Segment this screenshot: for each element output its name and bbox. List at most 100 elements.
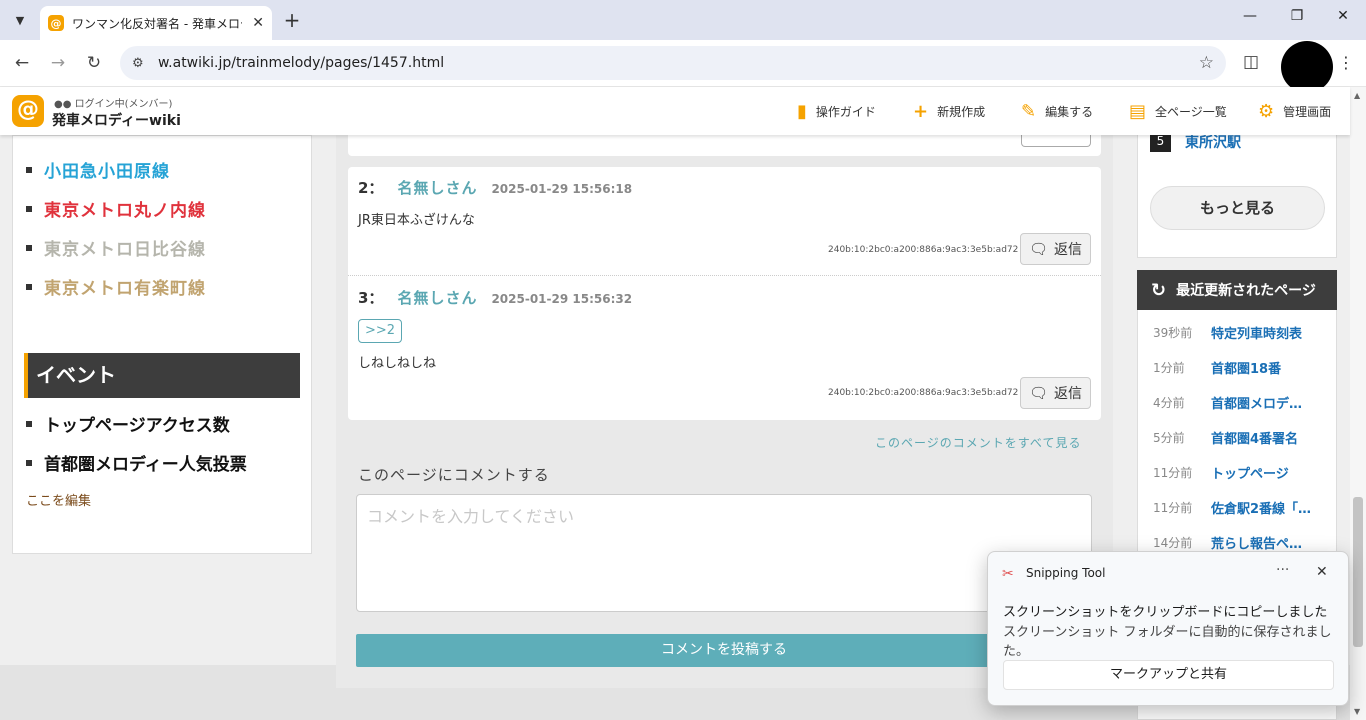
page-link[interactable]: 佐倉駅2番線「… (1211, 498, 1311, 517)
comment-date: 2025-01-29 15:56:32 (491, 292, 633, 306)
edit-here-link[interactable]: ここを編集 (26, 490, 91, 509)
browser-menu-kebab-icon[interactable]: ⋮ (1338, 53, 1354, 72)
updated-ago: 11分前 (1153, 466, 1193, 480)
reply-button-partial[interactable] (1021, 135, 1091, 147)
line-label: 小田急小田原線 (44, 162, 170, 182)
gear-icon: ⚙ (1258, 101, 1275, 122)
line-link-marunouchi[interactable]: 東京メトロ丸ノ内線 (26, 189, 206, 228)
line-list: 小田急小田原線 東京メトロ丸ノ内線 東京メトロ日比谷線 東京メトロ有楽町線 (26, 150, 206, 306)
page-link[interactable]: 特定列車時刻表 (1211, 323, 1302, 342)
browser-toolbar: ← → ↻ ⚙ w.atwiki.jp/trainmelody/pages/14… (0, 40, 1366, 87)
event-heading: イベント (24, 353, 300, 398)
browser-tab[interactable]: @ ワンマン化反対署名 - 発車メロディ ✕ (40, 6, 272, 40)
forward-arrow-icon[interactable]: → (47, 52, 69, 74)
nav-new-page[interactable]: + 新規作成 (913, 101, 985, 122)
comment-author: 名無しさん (397, 179, 478, 197)
page-link[interactable]: 首都圏18番 (1211, 358, 1281, 377)
profile-avatar[interactable] (1281, 41, 1333, 93)
nav-all-pages[interactable]: ▤ 全ページ一覧 (1129, 101, 1227, 122)
updated-ago: 4分前 (1153, 396, 1185, 410)
nav-new-label: 新規作成 (937, 105, 986, 119)
scissors-icon: ✂ (1002, 566, 1014, 582)
list-item: 11分前 佐倉駅2番線「… (1153, 490, 1311, 525)
updated-ago: 11分前 (1153, 501, 1193, 515)
reply-button[interactable]: 🗨 返信 (1020, 377, 1091, 409)
url-text[interactable]: w.atwiki.jp/trainmelody/pages/1457.html (158, 55, 444, 71)
comment-number: 2： (358, 179, 384, 197)
nav-admin[interactable]: ⚙ 管理画面 (1258, 101, 1331, 122)
event-link-access[interactable]: トップページアクセス数 (26, 404, 247, 443)
line-label: 東京メトロ丸ノ内線 (44, 201, 206, 221)
minimize-icon[interactable]: — (1238, 8, 1262, 24)
window-close-icon[interactable]: ✕ (1331, 8, 1355, 24)
bookmark-star-icon[interactable]: ☆ (1199, 53, 1214, 73)
list-item: 39秒前 特定列車時刻表 (1153, 315, 1311, 350)
line-link-yurakucho[interactable]: 東京メトロ有楽町線 (26, 267, 206, 306)
updated-ago: 39秒前 (1153, 326, 1193, 340)
notification-title: スクリーンショットをクリップボードにコピーしました (1003, 605, 1328, 620)
recent-updates-list: 39秒前 特定列車時刻表 1分前 首都圏18番 4分前 首都圏メロデ… 5分前 首都圏4… (1153, 315, 1311, 560)
site-header: @ ●● ログイン中(メンバー) 発車メロディーwiki ▮ 操作ガイド + 新… (0, 87, 1350, 135)
recent-updates-heading: ↻ 最近更新されたページ (1137, 270, 1337, 310)
snipping-tool-notification: ✂ Snipping Tool ··· ✕ スクリーンショットをクリップボードに… (987, 551, 1349, 706)
wiki-name[interactable]: 発車メロディーwiki (52, 110, 181, 130)
nav-guide[interactable]: ▮ 操作ガイド (797, 101, 876, 122)
page-link[interactable]: 荒らし報告ペ… (1211, 533, 1302, 552)
see-all-comments-link[interactable]: このページのコメントをすべて見る (875, 434, 1081, 451)
post-comment-button[interactable]: コメントを投稿する (356, 634, 1092, 667)
comment-list: 2： 名無しさん 2025-01-29 15:56:18 JR東日本ふざけんな … (348, 167, 1101, 420)
nav-all-pages-label: 全ページ一覧 (1155, 105, 1227, 119)
tab-search-chevron-icon[interactable]: ▼ (8, 8, 32, 32)
address-bar[interactable]: ⚙ w.atwiki.jp/trainmelody/pages/1457.htm… (120, 46, 1226, 80)
notification-close-icon[interactable]: ✕ (1316, 564, 1328, 580)
comment-number: 3： (358, 289, 384, 307)
scroll-up-arrow-icon[interactable]: ▲ (1354, 91, 1360, 100)
list-item: 11分前 トップページ (1153, 455, 1311, 490)
show-more-button[interactable]: もっと見る (1150, 186, 1325, 230)
comment-input[interactable] (356, 494, 1092, 612)
page-link[interactable]: 首都圏メロデ… (1211, 393, 1302, 412)
nav-edit-label: 編集する (1045, 105, 1094, 119)
more-options-icon[interactable]: ··· (1276, 562, 1289, 578)
markup-share-button[interactable]: マークアップと共有 (1003, 660, 1334, 690)
page-link[interactable]: トップページ (1211, 463, 1289, 482)
tab-close-icon[interactable]: ✕ (252, 15, 264, 31)
comment-ip: 240b:10:2bc0:a200:886a:9ac3:3e5b:ad72 (828, 388, 1019, 398)
reload-icon[interactable]: ↻ (83, 52, 105, 74)
recent-heading-label: 最近更新されたページ (1176, 283, 1316, 299)
restore-icon[interactable]: ❐ (1285, 8, 1309, 24)
page-link[interactable]: 首都圏4番署名 (1211, 428, 1298, 447)
nav-edit[interactable]: ✎ 編集する (1021, 101, 1093, 122)
back-arrow-icon[interactable]: ← (11, 52, 33, 74)
comment-ip: 240b:10:2bc0:a200:886a:9ac3:3e5b:ad72 (828, 245, 1019, 255)
previous-comment-card (348, 135, 1101, 156)
speech-bubble-icon: 🗨 (1028, 240, 1049, 258)
updated-ago: 1分前 (1153, 361, 1185, 375)
line-link-hibiya[interactable]: 東京メトロ日比谷線 (26, 228, 206, 267)
history-clock-icon: ↻ (1151, 279, 1167, 301)
updated-ago: 5分前 (1153, 431, 1185, 445)
new-tab-plus-icon[interactable]: + (280, 8, 304, 32)
list-item: 5分前 首都圏4番署名 (1153, 420, 1311, 455)
event-link-vote[interactable]: 首都圏メロディー人気投票 (26, 443, 247, 482)
site-info-tune-icon[interactable]: ⚙ (132, 56, 150, 71)
line-label: 東京メトロ日比谷線 (44, 240, 206, 260)
updated-ago: 14分前 (1153, 536, 1193, 550)
reply-anchor-link[interactable]: >>2 (358, 319, 403, 343)
plus-icon: + (913, 101, 929, 122)
pencil-icon: ✎ (1021, 101, 1037, 122)
extensions-puzzle-icon[interactable]: ◫ (1243, 52, 1259, 72)
line-link-odakyu[interactable]: 小田急小田原線 (26, 150, 206, 189)
atwiki-logo-icon[interactable]: @ (12, 95, 44, 127)
reply-button[interactable]: 🗨 返信 (1020, 233, 1091, 265)
scroll-down-arrow-icon[interactable]: ▼ (1354, 707, 1360, 716)
reply-label: 返信 (1054, 386, 1083, 402)
list-item: 1分前 首都圏18番 (1153, 350, 1311, 385)
login-status-text: ログイン中(メンバー) (74, 99, 173, 110)
guide-shield-icon: ▮ (797, 101, 807, 122)
scrollbar-thumb[interactable] (1353, 497, 1363, 647)
notification-message: スクリーンショット フォルダーに自動的に保存されました。 (1003, 625, 1332, 659)
speech-bubble-icon: 🗨 (1028, 384, 1049, 402)
page-scrollbar[interactable]: ▲ ▼ (1350, 87, 1366, 720)
tab-title: ワンマン化反対署名 - 発車メロディ (72, 16, 242, 31)
